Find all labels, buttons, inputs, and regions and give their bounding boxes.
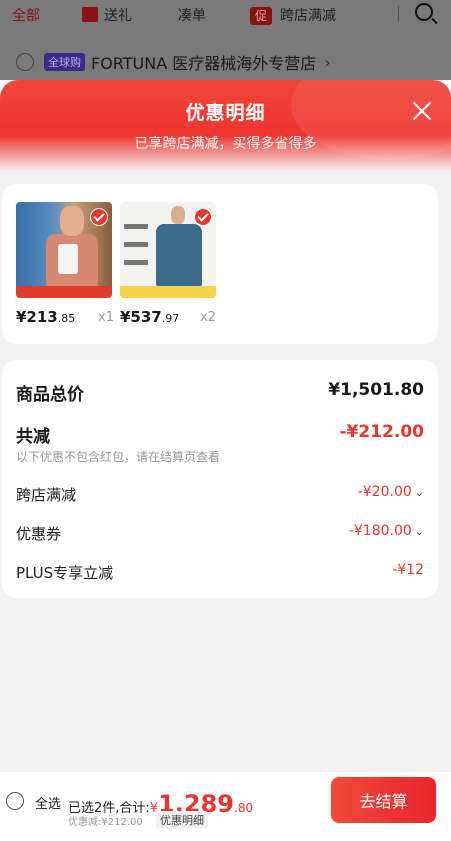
discount-item-value: -¥180.00 ⌄ bbox=[348, 523, 424, 539]
products-card: ¥213.85 x1 ¥537.97 x2 bbox=[2, 184, 438, 344]
tab-bundle[interactable]: 凑单 bbox=[178, 5, 206, 25]
checkout-bar: 全选 已选2件,合计:¥1,289.80 优惠减:¥212.00 优惠明细 去结… bbox=[0, 772, 451, 841]
coupon-row[interactable]: 优惠券 -¥180.00 ⌄ bbox=[16, 523, 424, 544]
chevron-down-icon: ⌄ bbox=[414, 525, 424, 538]
price-details-card: 商品总价 ¥1,501.80 共减 -¥212.00 以下优惠不包含红包，请在结… bbox=[2, 360, 438, 598]
store-name[interactable]: FORTUNA 医疗器械海外专营店 bbox=[91, 50, 316, 74]
product-item[interactable]: ¥213.85 x1 bbox=[16, 202, 114, 326]
discount-label: 共减 bbox=[16, 427, 50, 447]
select-all-radio[interactable] bbox=[6, 792, 24, 810]
product-price: ¥537.97 bbox=[120, 308, 180, 326]
saved-amount: 优惠减:¥212.00 bbox=[68, 817, 143, 828]
product-qty: x1 bbox=[98, 310, 114, 325]
total-label: 商品总价 bbox=[16, 385, 84, 405]
discount-detail-sheet: 优惠明细 已享跨店满减，买得多省得多 ¥213.85 x1 ¥537.97 x2… bbox=[0, 80, 451, 841]
sheet-header: 优惠明细 已享跨店满减，买得多省得多 bbox=[0, 80, 451, 172]
checkout-button[interactable]: 去结算 bbox=[331, 777, 436, 823]
product-price: ¥213.85 bbox=[16, 308, 76, 326]
total-price-row: 商品总价 ¥1,501.80 bbox=[16, 380, 424, 405]
discount-total-row: 共减 -¥212.00 bbox=[16, 422, 424, 447]
background-tab-bar: 全部 送礼 凑单 促跨店满减 bbox=[0, 0, 451, 30]
gift-icon bbox=[82, 7, 98, 22]
discount-item-label: 优惠券 bbox=[16, 525, 62, 543]
select-all-label[interactable]: 全选 bbox=[35, 793, 61, 812]
product-image bbox=[16, 202, 112, 298]
discount-note: 以下优惠不包含红包，请在结算页查看 bbox=[16, 450, 221, 464]
promo-icon: 促 bbox=[250, 7, 272, 25]
total-value: ¥1,501.80 bbox=[328, 380, 424, 400]
tab-all[interactable]: 全部 bbox=[12, 5, 40, 25]
tab-gift[interactable]: 送礼 bbox=[82, 5, 132, 25]
close-icon[interactable] bbox=[411, 100, 433, 122]
checkmark-icon bbox=[90, 208, 108, 226]
discount-value: -¥212.00 bbox=[339, 422, 425, 442]
search-icon[interactable] bbox=[415, 3, 433, 21]
product-qty: x2 bbox=[200, 310, 216, 325]
sheet-subtitle: 已享跨店满减，买得多省得多 bbox=[134, 136, 317, 152]
tab-cross-store[interactable]: 促跨店满减 bbox=[250, 5, 336, 25]
discount-item-value: -¥20.00 ⌄ bbox=[357, 484, 424, 500]
product-image bbox=[120, 202, 216, 298]
discount-item-value: -¥12 bbox=[392, 562, 424, 578]
global-badge: 全球购 bbox=[44, 53, 85, 71]
store-row: 全球购 FORTUNA 医疗器械海外专营店 › bbox=[16, 50, 331, 74]
discount-item-label: 跨店满减 bbox=[16, 486, 77, 504]
discount-detail-link[interactable]: 优惠明细 bbox=[156, 811, 208, 829]
cross-store-discount-row[interactable]: 跨店满减 -¥20.00 ⌄ bbox=[16, 484, 424, 505]
divider bbox=[398, 6, 399, 22]
plus-discount-row: PLUS专享立减 -¥12 bbox=[16, 562, 424, 583]
store-radio[interactable] bbox=[16, 53, 34, 71]
discount-item-label: PLUS专享立减 bbox=[16, 564, 114, 582]
chevron-right-icon: › bbox=[324, 52, 331, 72]
chevron-down-icon: ⌄ bbox=[414, 486, 424, 499]
sheet-title: 优惠明细 bbox=[185, 102, 266, 124]
product-item[interactable]: ¥537.97 x2 bbox=[120, 202, 216, 326]
checkmark-icon bbox=[194, 208, 212, 226]
